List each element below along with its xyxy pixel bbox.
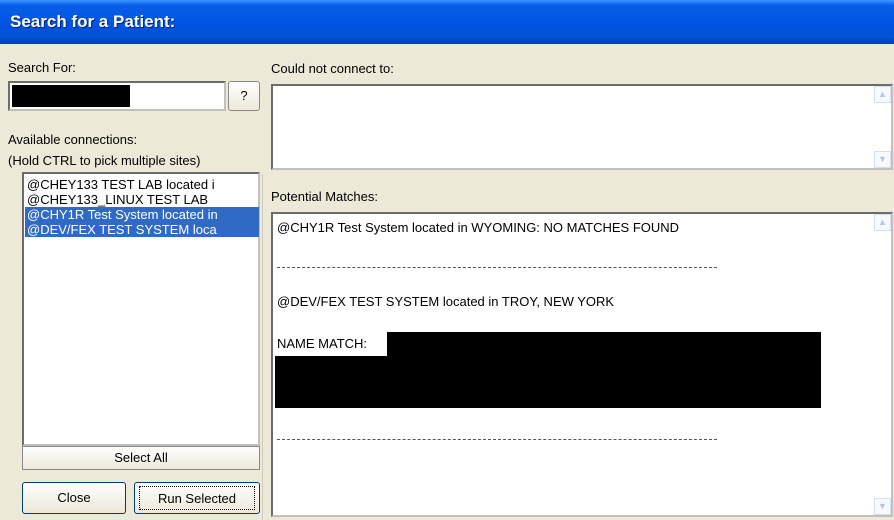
scroll-down-icon[interactable]: ▼ — [874, 498, 891, 515]
run-selected-button[interactable]: Run Selected — [134, 482, 260, 514]
close-label: Close — [57, 490, 91, 505]
focus-ring: Run Selected — [139, 486, 255, 510]
connections-list[interactable]: @CHEY133 TEST LAB located i @CHEY133_LIN… — [22, 172, 260, 446]
search-for-label: Search For: — [8, 60, 76, 75]
name-match-label: NAME MATCH: — [277, 336, 368, 351]
scrollbar[interactable]: ▲ ▼ — [874, 86, 891, 168]
multi-select-hint: (Hold CTRL to pick multiple sites) — [8, 153, 201, 168]
result-separator — [277, 267, 717, 268]
search-input[interactable] — [8, 81, 226, 111]
list-item[interactable]: @CHEY133_LINUX TEST LAB — [25, 192, 255, 207]
result-line-no-matches: @CHY1R Test System located in WYOMING: N… — [277, 220, 680, 235]
select-all-button[interactable]: Select All — [22, 446, 260, 470]
list-item[interactable]: @DEV/FEX TEST SYSTEM loca — [25, 222, 259, 237]
could-not-connect-box[interactable]: ▲ ▼ — [271, 84, 893, 170]
potential-matches-label: Potential Matches: — [271, 189, 378, 204]
scrollbar[interactable]: ▲ ▼ — [874, 214, 891, 515]
scroll-down-icon[interactable]: ▼ — [874, 151, 891, 168]
redacted-search-text — [12, 85, 130, 107]
available-connections-label: Available connections: — [8, 132, 138, 147]
could-not-connect-label: Could not connect to: — [271, 61, 394, 76]
result-separator — [277, 439, 717, 440]
potential-matches-box[interactable]: @CHY1R Test System located in WYOMING: N… — [271, 212, 893, 517]
list-item[interactable]: @CHY1R Test System located in — [25, 207, 259, 222]
redacted-details — [275, 356, 821, 408]
select-all-label: Select All — [114, 450, 168, 465]
scroll-up-icon[interactable]: ▲ — [874, 214, 891, 231]
dialog-body: Search For: ? Available connections: (Ho… — [0, 44, 894, 520]
help-button[interactable]: ? — [228, 81, 260, 111]
list-item[interactable]: @CHEY133 TEST LAB located i — [25, 177, 255, 192]
redacted-name — [387, 332, 821, 356]
run-selected-label: Run Selected — [157, 491, 237, 506]
scroll-up-icon[interactable]: ▲ — [874, 86, 891, 103]
title-bar: Search for a Patient: — [0, 0, 894, 44]
close-button[interactable]: Close — [22, 482, 126, 514]
result-line-site: @DEV/FEX TEST SYSTEM located in TROY, NE… — [277, 294, 615, 309]
window-title: Search for a Patient: — [10, 12, 176, 31]
